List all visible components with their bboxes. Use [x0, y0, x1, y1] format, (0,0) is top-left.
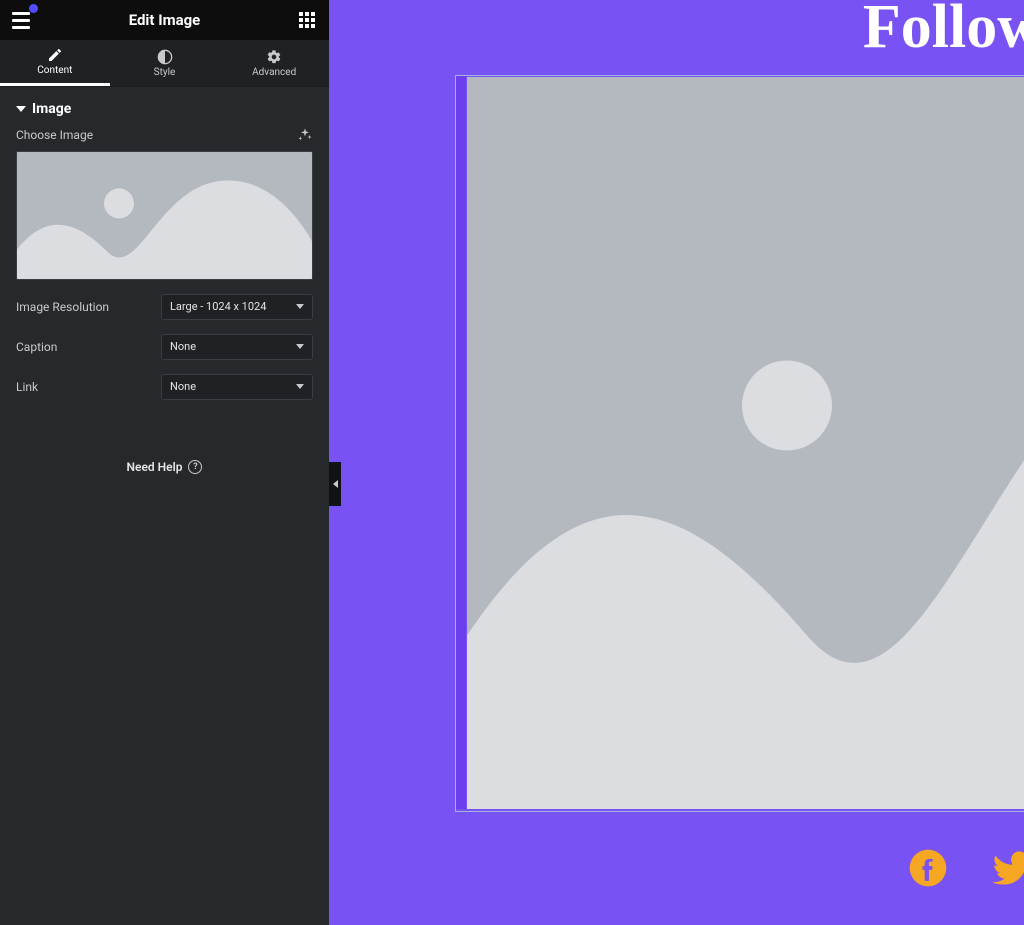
- chevron-left-icon: [333, 480, 338, 488]
- canvas-image-placeholder[interactable]: [467, 77, 1024, 809]
- tab-style[interactable]: Style: [110, 40, 220, 86]
- tab-label: Style: [154, 67, 176, 78]
- choose-image-label: Choose Image: [16, 128, 93, 142]
- help-icon: ?: [188, 460, 202, 474]
- contrast-icon: [157, 49, 173, 65]
- facebook-icon[interactable]: [906, 846, 950, 890]
- canvas-preview[interactable]: Follow: [329, 0, 1024, 925]
- editor-header: Edit Image: [0, 0, 329, 40]
- editor-panel: Edit Image Content Style Advanced Image: [0, 0, 329, 925]
- pencil-icon: [47, 47, 63, 63]
- caption-select[interactable]: None: [161, 334, 313, 360]
- section-toggle-image[interactable]: Image: [0, 87, 329, 127]
- choose-image-preview[interactable]: [16, 151, 313, 280]
- gear-icon: [266, 49, 282, 65]
- menu-button[interactable]: [8, 6, 36, 34]
- tab-label: Advanced: [252, 67, 296, 78]
- select-value: None: [170, 340, 196, 353]
- need-help-link[interactable]: Need Help ?: [16, 460, 313, 474]
- need-help-label: Need Help: [127, 460, 183, 474]
- link-select[interactable]: None: [161, 374, 313, 400]
- panel-title: Edit Image: [129, 11, 201, 29]
- caret-down-icon: [16, 106, 26, 112]
- chevron-down-icon: [296, 304, 304, 309]
- selected-element-frame[interactable]: [455, 75, 1024, 812]
- twitter-icon[interactable]: [990, 846, 1024, 890]
- page-heading: Follow: [863, 0, 1024, 63]
- caption-label: Caption: [16, 340, 57, 354]
- select-value: Large - 1024 x 1024: [170, 300, 266, 313]
- social-icons-row: [906, 846, 1024, 890]
- ai-sparkle-button[interactable]: [297, 127, 313, 143]
- placeholder-image-icon: [17, 152, 312, 279]
- image-resolution-label: Image Resolution: [16, 300, 109, 314]
- link-label: Link: [16, 380, 38, 394]
- tab-advanced[interactable]: Advanced: [219, 40, 329, 86]
- collapse-panel-button[interactable]: [329, 462, 341, 506]
- chevron-down-icon: [296, 344, 304, 349]
- controls: Choose Image Image Resolution Large - 10…: [0, 127, 329, 474]
- notification-dot-icon: [29, 4, 38, 13]
- apps-grid-button[interactable]: [293, 6, 321, 34]
- tab-content[interactable]: Content: [0, 40, 110, 86]
- placeholder-image-icon: [467, 77, 1024, 809]
- select-value: None: [170, 380, 196, 393]
- image-resolution-select[interactable]: Large - 1024 x 1024: [161, 294, 313, 320]
- editor-tabs: Content Style Advanced: [0, 40, 329, 87]
- chevron-down-icon: [296, 384, 304, 389]
- tab-label: Content: [37, 65, 72, 76]
- section-title-text: Image: [32, 101, 71, 117]
- resize-grip-left[interactable]: [456, 76, 466, 809]
